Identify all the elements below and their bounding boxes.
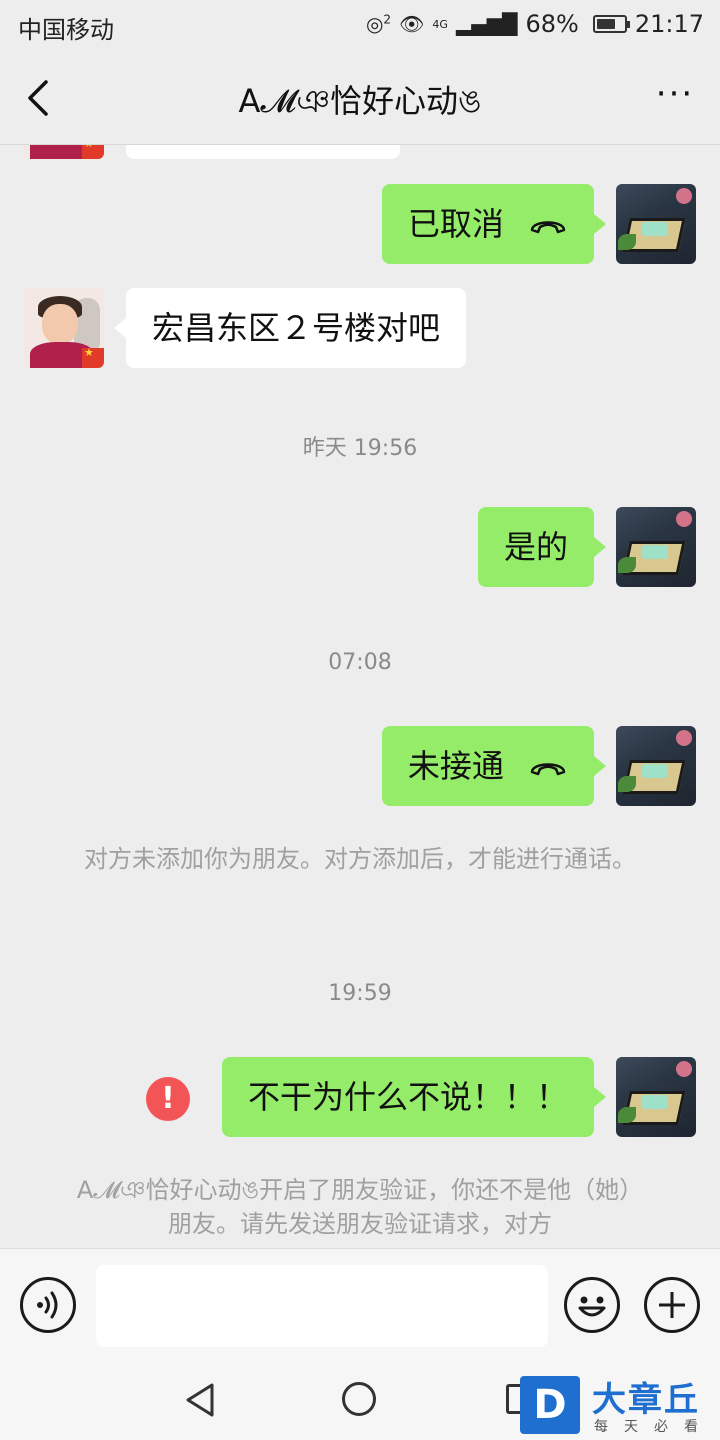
- voice-button[interactable]: [20, 1277, 76, 1333]
- more-button[interactable]: ···: [650, 72, 700, 122]
- plus-button[interactable]: [644, 1277, 700, 1333]
- watermark-logo: D: [520, 1376, 580, 1434]
- message-input[interactable]: [96, 1265, 548, 1347]
- friend-verification-notice: A𝓜ঞ恰好心动ঙ开启了朋友验证，你还不是他（她）朋友。请先发送朋友验证请求，对方: [76, 1176, 644, 1238]
- message-text: 未接通: [407, 747, 504, 785]
- chat-area[interactable]: 已取消 宏昌东区２号楼对吧 昨天 19:56 是的 07:08 未接通 对方未添…: [0, 145, 720, 1248]
- contact-avatar[interactable]: [24, 288, 104, 368]
- chat-header: A𝓜ঞ恰好心动ঙ ···: [0, 50, 720, 145]
- status-icons: ◎2 👁 4G ▂▄▆█ 68% 21:17: [366, 10, 704, 38]
- timestamp: 07:08: [328, 650, 392, 675]
- outgoing-message[interactable]: 不干为什么不说！！！: [221, 1057, 607, 1137]
- carrier-label: 中国移动: [18, 16, 114, 44]
- message-text: 不干为什么不说！！！: [247, 1078, 568, 1116]
- hangup-icon: [530, 763, 566, 776]
- eye-icon: 👁: [399, 12, 425, 36]
- watermark: D 大章丘 每天必看: [520, 1376, 720, 1440]
- battery-icon: [592, 15, 630, 33]
- contact-avatar[interactable]: [24, 145, 104, 159]
- network-label: 4G: [432, 17, 448, 31]
- plus-icon: [659, 1292, 685, 1318]
- timestamp: 19:59: [328, 981, 392, 1006]
- china-flag-icon: [82, 346, 104, 368]
- battery-percent: 68%: [525, 10, 579, 38]
- send-failed-icon[interactable]: !: [146, 1077, 190, 1121]
- hotspot-badge: 2: [383, 12, 392, 27]
- self-avatar[interactable]: [616, 1057, 696, 1137]
- outgoing-message[interactable]: 未接通: [381, 726, 607, 806]
- emoji-button[interactable]: [564, 1277, 620, 1333]
- outgoing-message[interactable]: 已取消: [381, 184, 607, 264]
- timestamp: 昨天 19:56: [302, 436, 418, 461]
- outgoing-message[interactable]: 是的: [477, 507, 607, 587]
- message-text: 是的: [503, 528, 568, 566]
- self-avatar[interactable]: [616, 726, 696, 806]
- input-bar: [0, 1248, 720, 1361]
- watermark-name: 大章丘: [592, 1380, 700, 1420]
- more-dots-icon: ···: [655, 74, 695, 114]
- watermark-tagline: 每天必看: [594, 1419, 714, 1435]
- nav-back-icon[interactable]: [184, 1382, 216, 1418]
- clock: 21:17: [634, 10, 704, 38]
- china-flag-icon: [82, 145, 104, 159]
- voice-icon: [37, 1291, 58, 1319]
- hangup-icon: [530, 221, 566, 234]
- message-text: 宏昌东区２号楼对吧: [152, 309, 441, 347]
- self-avatar[interactable]: [616, 507, 696, 587]
- hotspot-icon: ◎2: [365, 12, 392, 36]
- nav-home-icon[interactable]: [342, 1382, 376, 1416]
- signal-icon: ▂▄▆█: [455, 12, 518, 36]
- chat-title: A𝓜ঞ恰好心动ঙ: [238, 82, 482, 120]
- battery-fill: [596, 19, 615, 29]
- emoji-icon: [578, 1296, 606, 1317]
- self-avatar[interactable]: [616, 184, 696, 264]
- incoming-message-partial[interactable]: [126, 145, 400, 159]
- status-bar: 中国移动 ◎2 👁 4G ▂▄▆█ 68% 21:17: [0, 0, 720, 50]
- message-text: 已取消: [407, 205, 504, 243]
- incoming-message[interactable]: 宏昌东区２号楼对吧: [113, 288, 467, 368]
- system-message: 对方未添加你为朋友。对方添加后，才能进行通话。: [84, 845, 636, 873]
